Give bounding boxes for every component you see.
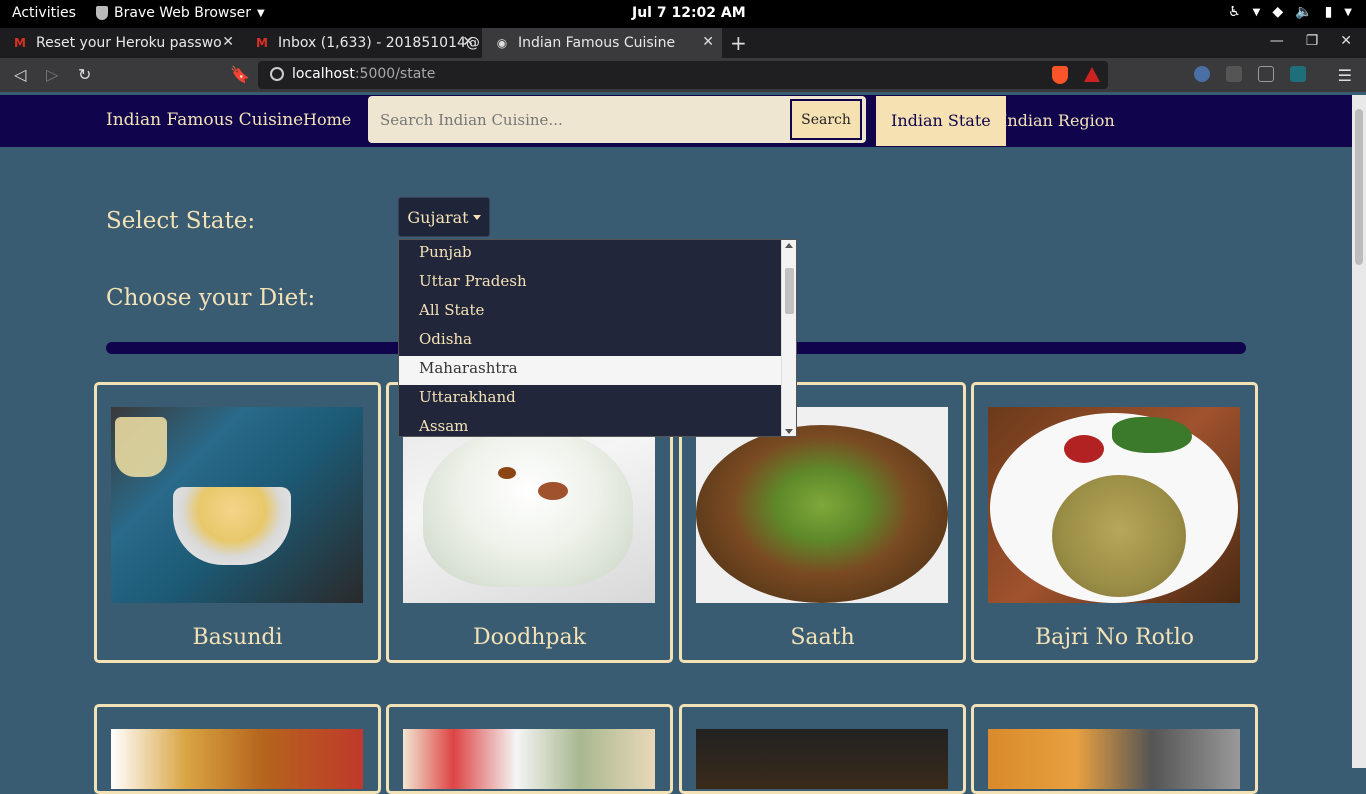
dish-name: Saath <box>790 625 855 650</box>
globe-icon: ◉ <box>496 36 508 50</box>
dish-name: Doodhpak <box>473 625 586 650</box>
dish-card[interactable]: Bajri No Rotlo <box>971 382 1258 663</box>
brave-rewards-icon[interactable] <box>1084 67 1100 82</box>
tab-label: Inbox (1,633) - 201851014@ <box>278 35 480 51</box>
search-form: Search <box>368 96 866 143</box>
brave-app-icon <box>96 6 108 20</box>
search-input[interactable] <box>368 96 788 143</box>
tab-strip: M Reset your Heroku passwo ✕ M Inbox (1,… <box>0 28 1366 58</box>
site-brand[interactable]: Indian Famous Cuisine <box>106 110 303 130</box>
forward-icon[interactable]: ▷ <box>46 65 58 84</box>
extension-icon[interactable] <box>1258 66 1274 82</box>
bookmark-icon[interactable]: 🔖 <box>230 65 250 84</box>
app-menu[interactable]: Brave Web Browser ▼ <box>96 5 265 21</box>
minimize-icon[interactable]: — <box>1270 33 1284 49</box>
tab-label: Indian Famous Cuisine <box>518 35 676 51</box>
state-option-punjab[interactable]: Punjab <box>399 240 782 269</box>
chevron-down-icon: ▼ <box>1344 6 1352 18</box>
nav-indian-region[interactable]: Indian Region <box>986 96 1130 146</box>
chevron-down-icon: ▼ <box>257 7 265 19</box>
tab-label: Reset your Heroku passwo <box>36 35 222 51</box>
back-icon[interactable]: ◁ <box>14 65 26 84</box>
gmail-icon: M <box>256 36 268 50</box>
volume-icon: 🔈 <box>1295 4 1313 20</box>
dish-image <box>988 729 1240 789</box>
dish-card[interactable] <box>679 704 966 794</box>
dish-card[interactable] <box>971 704 1258 794</box>
dish-card[interactable] <box>386 704 673 794</box>
browser-toolbar: ◁ ▷ ↻ 🔖 localhost:5000/state ☰ <box>0 58 1366 92</box>
caret-down-icon <box>472 214 481 220</box>
tab-heroku[interactable]: M Reset your Heroku passwo ✕ <box>0 28 242 58</box>
dish-image <box>696 729 948 789</box>
tab-indian-cuisine[interactable]: ◉ Indian Famous Cuisine ✕ <box>482 28 722 58</box>
dish-image <box>403 729 655 789</box>
dish-image-bajri-no-rotlo <box>988 407 1240 603</box>
close-icon[interactable]: ✕ <box>222 34 234 50</box>
system-tray[interactable]: ♿ ▼ ◆ 🔈 ▮ ▼ <box>1228 4 1352 20</box>
extension-icon[interactable] <box>1194 66 1210 82</box>
clock[interactable]: Jul 7 12:02 AM <box>632 5 746 21</box>
state-dropdown-menu: Punjab Uttar Pradesh All State Odisha Ma… <box>398 239 797 437</box>
restore-icon[interactable]: ❐ <box>1306 33 1319 49</box>
scrollbar-thumb[interactable] <box>785 268 794 314</box>
dish-card[interactable]: Basundi <box>94 382 381 663</box>
page-scrollbar-thumb[interactable] <box>1355 109 1363 265</box>
state-option-uttarakhand[interactable]: Uttarakhand <box>399 385 782 414</box>
url-text[interactable]: localhost:5000/state <box>292 66 435 82</box>
state-option-assam[interactable]: Assam <box>399 414 782 436</box>
gmail-icon: M <box>14 36 26 50</box>
tab-inbox[interactable]: M Inbox (1,633) - 201851014@ ✕ <box>242 28 482 58</box>
battery-icon: ▮ <box>1324 4 1333 20</box>
site-info-icon[interactable] <box>270 67 284 81</box>
new-tab-button[interactable]: + <box>730 31 747 55</box>
dish-image-basundi <box>111 407 363 603</box>
system-top-bar: Activities Brave Web Browser ▼ Jul 7 12:… <box>0 0 1366 28</box>
brave-shields-icon[interactable] <box>1052 66 1068 84</box>
state-dropdown-button[interactable]: Gujarat <box>398 197 490 237</box>
accessibility-icon[interactable]: ♿ <box>1228 4 1241 20</box>
select-state-label: Select State: <box>106 208 256 234</box>
extension-icon[interactable] <box>1226 66 1242 82</box>
diet-label: Choose your Diet: <box>106 285 316 311</box>
close-icon[interactable]: ✕ <box>702 34 714 50</box>
app-name-label: Brave Web Browser <box>114 5 251 21</box>
scroll-up-icon[interactable] <box>785 243 793 248</box>
search-button[interactable]: Search <box>790 99 862 140</box>
activities-button[interactable]: Activities <box>12 5 76 21</box>
extension-icon[interactable] <box>1290 66 1306 82</box>
window-controls: — ❐ ✕ <box>1270 33 1352 49</box>
address-bar[interactable]: localhost:5000/state <box>258 61 1108 89</box>
close-window-icon[interactable]: ✕ <box>1340 33 1352 49</box>
close-icon[interactable]: ✕ <box>462 34 474 50</box>
state-option-uttar-pradesh[interactable]: Uttar Pradesh <box>399 269 782 298</box>
dish-image <box>111 729 363 789</box>
site-navbar: Indian Famous Cuisine Home Search Indian… <box>0 95 1352 147</box>
nav-home[interactable]: Home <box>303 110 351 129</box>
dish-card[interactable] <box>94 704 381 794</box>
dish-name: Basundi <box>192 625 283 650</box>
hamburger-menu-icon[interactable]: ☰ <box>1338 66 1352 85</box>
reload-icon[interactable]: ↻ <box>78 65 91 84</box>
chevron-down-icon: ▼ <box>1252 6 1261 18</box>
state-option-odisha[interactable]: Odisha <box>399 327 782 356</box>
dropdown-scrollbar[interactable] <box>781 240 796 436</box>
page-scrollbar[interactable] <box>1352 95 1366 768</box>
dish-name: Bajri No Rotlo <box>1034 625 1195 650</box>
state-option-all-state[interactable]: All State <box>399 298 782 327</box>
wifi-icon: ◆ <box>1272 4 1284 20</box>
scroll-down-icon[interactable] <box>785 429 793 434</box>
selected-state: Gujarat <box>407 207 469 227</box>
state-option-maharashtra[interactable]: Maharashtra <box>399 356 782 385</box>
